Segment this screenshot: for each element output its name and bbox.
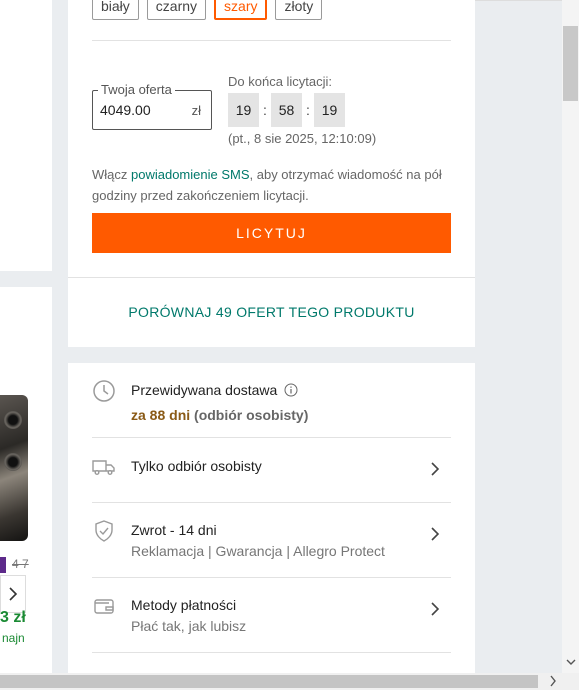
payment-subtitle: Płać tak, jak lubisz [131,618,247,634]
vertical-scroll-thumb[interactable] [563,26,578,101]
color-option-white[interactable]: biały [92,0,139,20]
color-options: biały czarny szary złoty [92,0,323,20]
delivery-card: Przewidywana dostawa za 88 dni (odbiór o… [68,363,475,690]
returns-row[interactable]: Zwrot - 14 dni Reklamacja | Gwarancja | … [92,519,451,569]
pickup-title: Tylko odbiór osobisty [131,458,262,474]
offer-value[interactable]: 4049.00 [100,102,151,118]
divider [68,277,475,278]
offer-input[interactable]: Twoja oferta 4049.00 zł [92,82,212,130]
returns-subtitle: Reklamacja | Gwarancja | Allegro Protect [131,543,385,559]
pickup-row[interactable]: Tylko odbiór osobisty [92,455,451,495]
carousel-next-button[interactable] [0,575,26,613]
payment-row[interactable]: Metody płatności Płać tak, jak lubisz [92,594,451,644]
delivery-eta: za 88 dni (odbiór osobisty) [131,407,308,423]
timer-hours: 19 [228,93,259,127]
color-option-gray[interactable]: szary [214,0,268,20]
color-option-gold[interactable]: złoty [275,0,323,20]
product-badge [0,557,6,573]
divider [92,502,451,503]
payment-title: Metody płatności [131,597,237,613]
recommended-product-card[interactable]: 4 7 3 zł najn [0,287,52,690]
horizontal-scroll-thumb[interactable] [0,675,538,688]
shield-check-icon [95,520,113,542]
chevron-right-icon[interactable] [429,601,441,617]
auction-end-date: (pt., 8 sie 2025, 12:10:09) [228,131,377,146]
eta-rest: (odbiór osobisty) [190,407,309,423]
horizontal-scrollbar[interactable] [0,673,579,690]
sms-notification-link[interactable]: powiadomienie SMS [131,167,250,182]
divider [92,577,451,578]
scroll-down-icon[interactable] [566,658,576,666]
divider [92,437,451,438]
chevron-right-icon[interactable] [429,461,441,477]
info-icon[interactable] [284,383,298,397]
timer-minutes: 58 [271,93,302,127]
timer-label: Do końca licytacji: [228,74,333,89]
clock-icon [93,380,115,402]
camera-lens [4,453,22,471]
wallet-icon [94,599,114,614]
truck-icon [92,460,115,475]
sms-prefix: Włącz [92,167,131,182]
delivery-title: Przewidywana dostawa [131,382,298,398]
old-price: 4 7 [12,557,29,571]
chevron-right-icon [9,587,18,601]
left-panel-top [0,0,52,271]
scroll-right-icon[interactable] [549,675,557,687]
product-note: najn [2,631,25,645]
offer-currency: zł [191,103,201,118]
timer-separator: : [306,102,310,118]
returns-title: Zwrot - 14 dni [131,522,217,538]
delivery-row: Przewidywana dostawa za 88 dni (odbiór o… [92,379,451,439]
divider [92,40,451,41]
eta-bold: za 88 dni [131,407,191,423]
bid-button[interactable]: LICYTUJ [92,213,451,253]
countdown-timer: 19 : 58 : 19 [228,93,345,127]
timer-separator: : [263,102,267,118]
timer-seconds: 19 [314,93,345,127]
sms-notice: Włącz powiadomienie SMS, aby otrzymać wi… [92,164,442,206]
offer-label: Twoja oferta [98,82,175,97]
color-option-black[interactable]: czarny [146,0,207,20]
vertical-scrollbar[interactable] [562,0,579,673]
camera-lens [4,411,22,429]
divider [92,652,451,653]
chevron-right-icon[interactable] [429,526,441,542]
compare-offers-link[interactable]: PORÓWNAJ 49 OFERT TEGO PRODUKTU [68,304,475,320]
product-price: 3 zł [0,609,26,626]
auction-card: biały czarny szary złoty Twoja oferta 40… [68,0,475,347]
delivery-title-text: Przewidywana dostawa [131,382,278,398]
